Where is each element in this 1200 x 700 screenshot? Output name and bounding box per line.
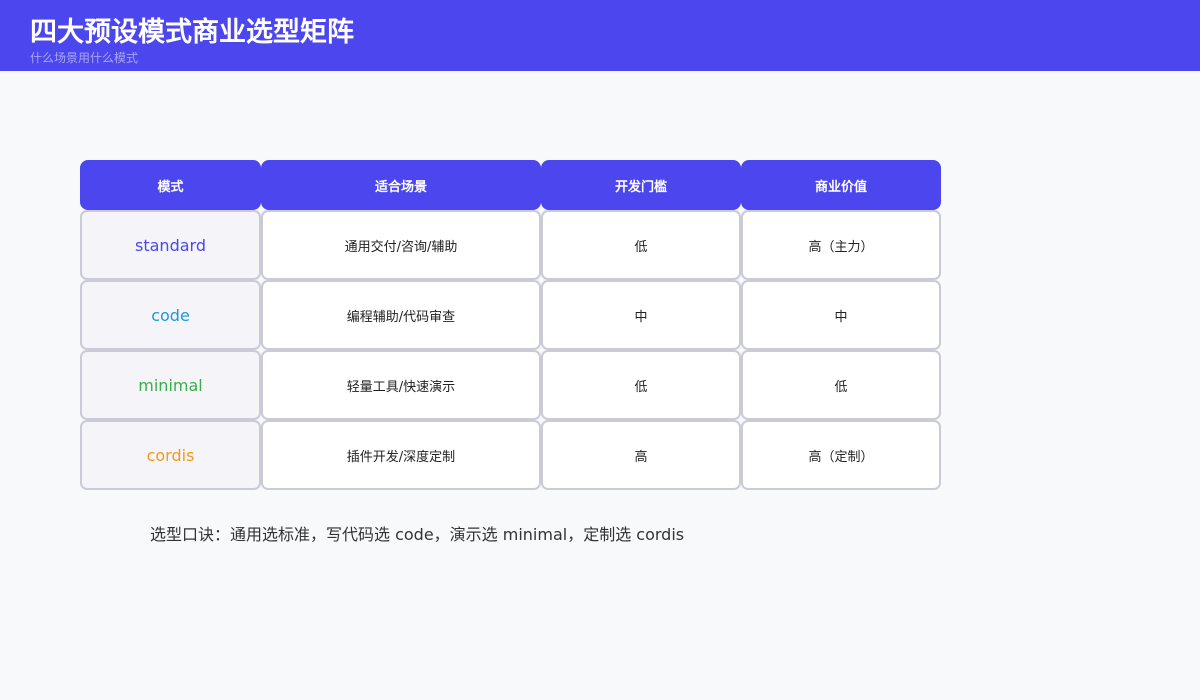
header-bar: 四大预设模式商业选型矩阵 什么场景用什么模式 <box>0 0 1200 71</box>
mode-cell: standard <box>80 210 261 280</box>
column-header-value: 商业价值 <box>741 160 941 210</box>
table-row: cordis 插件开发/深度定制 高 高（定制） <box>80 420 941 490</box>
column-header-scenario: 适合场景 <box>261 160 541 210</box>
table-row: code 编程辅助/代码审查 中 中 <box>80 280 941 350</box>
selection-tip: 选型口诀：通用选标准，写代码选 code，演示选 minimal，定制选 cor… <box>150 525 685 544</box>
value-cell: 高（定制） <box>741 420 941 490</box>
table-header-row: 模式 适合场景 开发门槛 商业价值 <box>80 160 941 210</box>
threshold-cell: 中 <box>541 280 741 350</box>
value-cell: 低 <box>741 350 941 420</box>
selection-matrix: 模式 适合场景 开发门槛 商业价值 standard 通用交付/咨询/辅助 低 … <box>80 160 941 490</box>
column-header-mode: 模式 <box>80 160 261 210</box>
page-subtitle: 什么场景用什么模式 <box>30 51 139 65</box>
scenario-cell: 轻量工具/快速演示 <box>261 350 541 420</box>
threshold-cell: 低 <box>541 350 741 420</box>
scenario-cell: 编程辅助/代码审查 <box>261 280 541 350</box>
value-cell: 高（主力） <box>741 210 941 280</box>
mode-cell: code <box>80 280 261 350</box>
mode-cell: cordis <box>80 420 261 490</box>
scenario-cell: 通用交付/咨询/辅助 <box>261 210 541 280</box>
mode-cell: minimal <box>80 350 261 420</box>
threshold-cell: 高 <box>541 420 741 490</box>
threshold-cell: 低 <box>541 210 741 280</box>
table-row: minimal 轻量工具/快速演示 低 低 <box>80 350 941 420</box>
value-cell: 中 <box>741 280 941 350</box>
page-title: 四大预设模式商业选型矩阵 <box>30 17 354 48</box>
column-header-threshold: 开发门槛 <box>541 160 741 210</box>
scenario-cell: 插件开发/深度定制 <box>261 420 541 490</box>
table-row: standard 通用交付/咨询/辅助 低 高（主力） <box>80 210 941 280</box>
